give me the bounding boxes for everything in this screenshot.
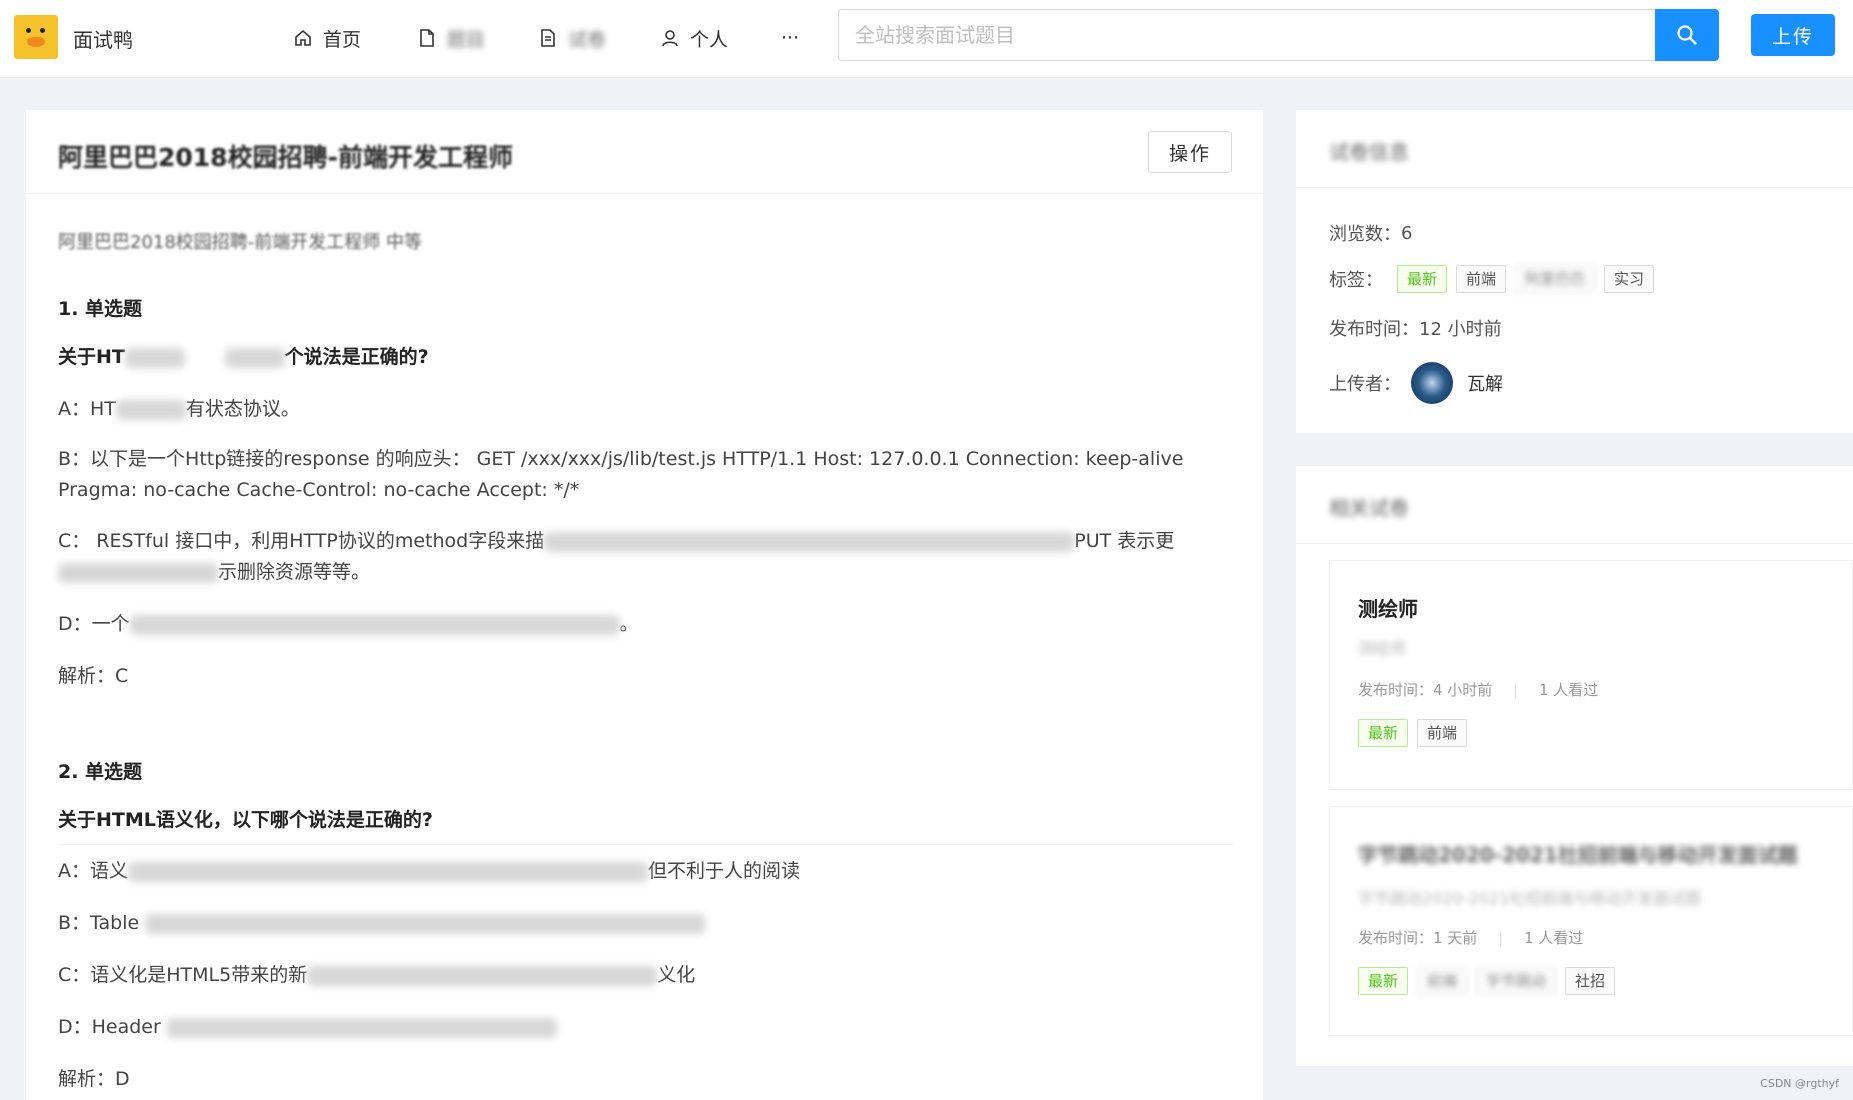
time-row: 发布时间： 12 小时前 <box>1329 315 1502 341</box>
paper-item-subtitle: 测绘师 <box>1358 639 1407 658</box>
option-b[interactable]: B：以下是一个Http链接的response 的响应头： GET /xxx/xx… <box>58 444 1233 506</box>
paper-item-time: 发布时间：1 天前 <box>1358 929 1478 947</box>
question-text-wrap: 关于HT 个说法是正确的? <box>58 342 1233 369</box>
option-row: D：Header <box>58 1012 1233 1043</box>
option-row: A：HT 有状态协议。 <box>58 394 1233 425</box>
nav-item-papers[interactable]: 试卷 <box>538 24 606 52</box>
analysis-row: 解析：D <box>58 1064 1233 1095</box>
tag[interactable]: 前端 <box>1417 719 1468 747</box>
time-label: 发布时间： <box>1329 319 1419 340</box>
option-row: B：以下是一个Http链接的response 的响应头： GET /xxx/xx… <box>58 444 1233 506</box>
views-label: 浏览数： <box>1329 224 1401 245</box>
option-c[interactable]: C： RESTful 接口中，利用HTTP协议的method字段来描 PUT 表示… <box>58 526 1233 588</box>
tag[interactable]: 最新 <box>1397 265 1448 293</box>
tag[interactable]: 阿里巴巴 <box>1515 265 1596 293</box>
question-block: 2. 单选题 <box>58 757 1233 784</box>
user-icon <box>662 30 678 47</box>
top-header: 面试鸭 首页 题目 试卷 个人 ··· 上传 <box>0 0 1853 78</box>
nav-item-questions[interactable]: 题目 <box>417 24 485 52</box>
analysis-text: 解析：C <box>58 665 129 687</box>
more-icon: ··· <box>781 27 800 49</box>
related-card-title: 相关试卷 <box>1329 496 1409 520</box>
nav-item-label: 题目 <box>447 28 486 51</box>
uploader-row: 上传者： 瓦解 <box>1329 362 1503 404</box>
info-card-header: 试卷信息 <box>1296 110 1853 188</box>
page-title: 阿里巴巴2018校园招聘-前端开发工程师 <box>58 143 513 172</box>
paper-item-title[interactable]: 测绘师 <box>1358 593 1418 622</box>
question-number: 2. 单选题 <box>58 761 143 783</box>
tags-row: 标签： 最新 前端 阿里巴巴 实习 <box>1329 265 1663 293</box>
avatar[interactable] <box>1411 362 1453 404</box>
list-item[interactable]: 测绘师 测绘师 发布时间：4 小时前 | 1 人看过 最新 前端 <box>1329 560 1853 790</box>
card-header: 阿里巴巴2018校园招聘-前端开发工程师 操作 <box>26 110 1263 194</box>
option-b[interactable]: B：Table <box>58 908 1233 939</box>
option-row: B：Table <box>58 908 1233 939</box>
search-icon <box>1677 25 1697 45</box>
duck-logo-icon[interactable] <box>14 15 58 59</box>
nav-more[interactable]: ··· <box>781 24 799 52</box>
tag[interactable]: 字节跳动 <box>1476 967 1557 995</box>
nav-item-label: 试卷 <box>568 28 607 51</box>
list-item[interactable]: 字节跳动2020-2021社招前端与移动开发面试题 字节跳动2020-2021社… <box>1329 806 1853 1036</box>
paper-item-title[interactable]: 字节跳动2020-2021社招前端与移动开发面试题 <box>1358 839 1798 868</box>
tag[interactable]: 最新 <box>1358 719 1409 747</box>
paper-item-tags: 最新 前端 字节跳动 社招 <box>1358 967 1624 995</box>
option-row: C： RESTful 接口中，利用HTTP协议的method字段来描 PUT 表示… <box>58 526 1233 588</box>
tags-label: 标签： <box>1329 270 1383 291</box>
related-card-header: 相关试卷 <box>1296 466 1853 544</box>
paper-item-tags: 最新 前端 <box>1358 719 1476 747</box>
paper-detail-card: 阿里巴巴2018校园招聘-前端开发工程师 操作 阿里巴巴2018校园招聘-前端开… <box>26 110 1263 1100</box>
nav-item-profile[interactable]: 个人 <box>660 24 728 52</box>
info-card-title: 试卷信息 <box>1329 140 1409 164</box>
analysis-row: 解析：C <box>58 661 1233 692</box>
file-text-icon <box>541 29 555 47</box>
operate-button[interactable]: 操作 <box>1148 131 1232 173</box>
option-d[interactable]: D：一个。 <box>58 609 1233 640</box>
nav-item-home[interactable]: 首页 <box>293 24 361 52</box>
question-block: 1. 单选题 <box>58 294 1233 321</box>
tag[interactable]: 社招 <box>1565 967 1616 995</box>
watermark: CSDN @rgthyf <box>1760 1077 1839 1090</box>
option-row: D：一个。 <box>58 609 1233 640</box>
nav-item-label: 个人 <box>690 28 729 51</box>
paper-item-views: 1 人看过 <box>1523 929 1584 947</box>
paper-item-meta: 发布时间：4 小时前 | 1 人看过 <box>1358 681 1599 699</box>
question-text: 关于HTML语义化，以下哪个说法是正确的? <box>58 809 433 831</box>
uploader-name[interactable]: 瓦解 <box>1467 370 1503 396</box>
paper-item-time: 发布时间：4 小时前 <box>1358 681 1493 699</box>
option-a[interactable]: A：语义 但不利于人的阅读 <box>58 856 1233 887</box>
paper-item-views: 1 人看过 <box>1538 681 1599 699</box>
search-input[interactable] <box>838 9 1656 61</box>
option-c[interactable]: C：语义化是HTML5带来的新 义化 <box>58 960 1233 991</box>
option-a[interactable]: A：HT 有状态协议。 <box>58 394 1233 425</box>
option-row: A：语义 但不利于人的阅读 <box>58 856 1233 887</box>
tag[interactable]: 实习 <box>1604 265 1655 293</box>
option-row: C：语义化是HTML5带来的新 义化 <box>58 960 1233 991</box>
file-icon <box>420 29 434 47</box>
views-value: 6 <box>1401 222 1413 244</box>
paper-item-subtitle: 字节跳动2020-2021社招前端与移动开发面试题 <box>1358 889 1702 908</box>
paper-item-meta: 发布时间：1 天前 | 1 人看过 <box>1358 929 1584 947</box>
upload-button[interactable]: 上传 <box>1751 14 1835 56</box>
search-button[interactable] <box>1655 9 1719 61</box>
option-d[interactable]: D：Header <box>58 1012 1233 1043</box>
paper-description: 阿里巴巴2018校园招聘-前端开发工程师 中等 <box>58 232 423 253</box>
tag[interactable]: 前端 <box>1456 265 1507 293</box>
uploader-label: 上传者： <box>1329 374 1401 395</box>
question-text-wrap: 关于HTML语义化，以下哪个说法是正确的? <box>58 805 1233 832</box>
divider <box>58 844 1233 845</box>
views-row: 浏览数： 6 <box>1329 220 1412 246</box>
time-value: 12 小时前 <box>1419 319 1502 340</box>
home-icon <box>295 29 311 46</box>
nav-item-label: 首页 <box>323 28 362 51</box>
tag[interactable]: 前端 <box>1417 967 1468 995</box>
question-number: 1. 单选题 <box>58 298 143 320</box>
question-text: 关于HT 个说法是正确的? <box>58 346 429 368</box>
tag[interactable]: 最新 <box>1358 967 1409 995</box>
analysis-text: 解析：D <box>58 1068 130 1090</box>
app-name[interactable]: 面试鸭 <box>73 24 133 53</box>
related-papers-card: 相关试卷 测绘师 测绘师 发布时间：4 小时前 | 1 人看过 最新 前端 字节… <box>1296 466 1853 1066</box>
paper-info-card: 试卷信息 浏览数： 6 标签： 最新 前端 阿里巴巴 实习 发布时间： 12 小… <box>1296 110 1853 433</box>
